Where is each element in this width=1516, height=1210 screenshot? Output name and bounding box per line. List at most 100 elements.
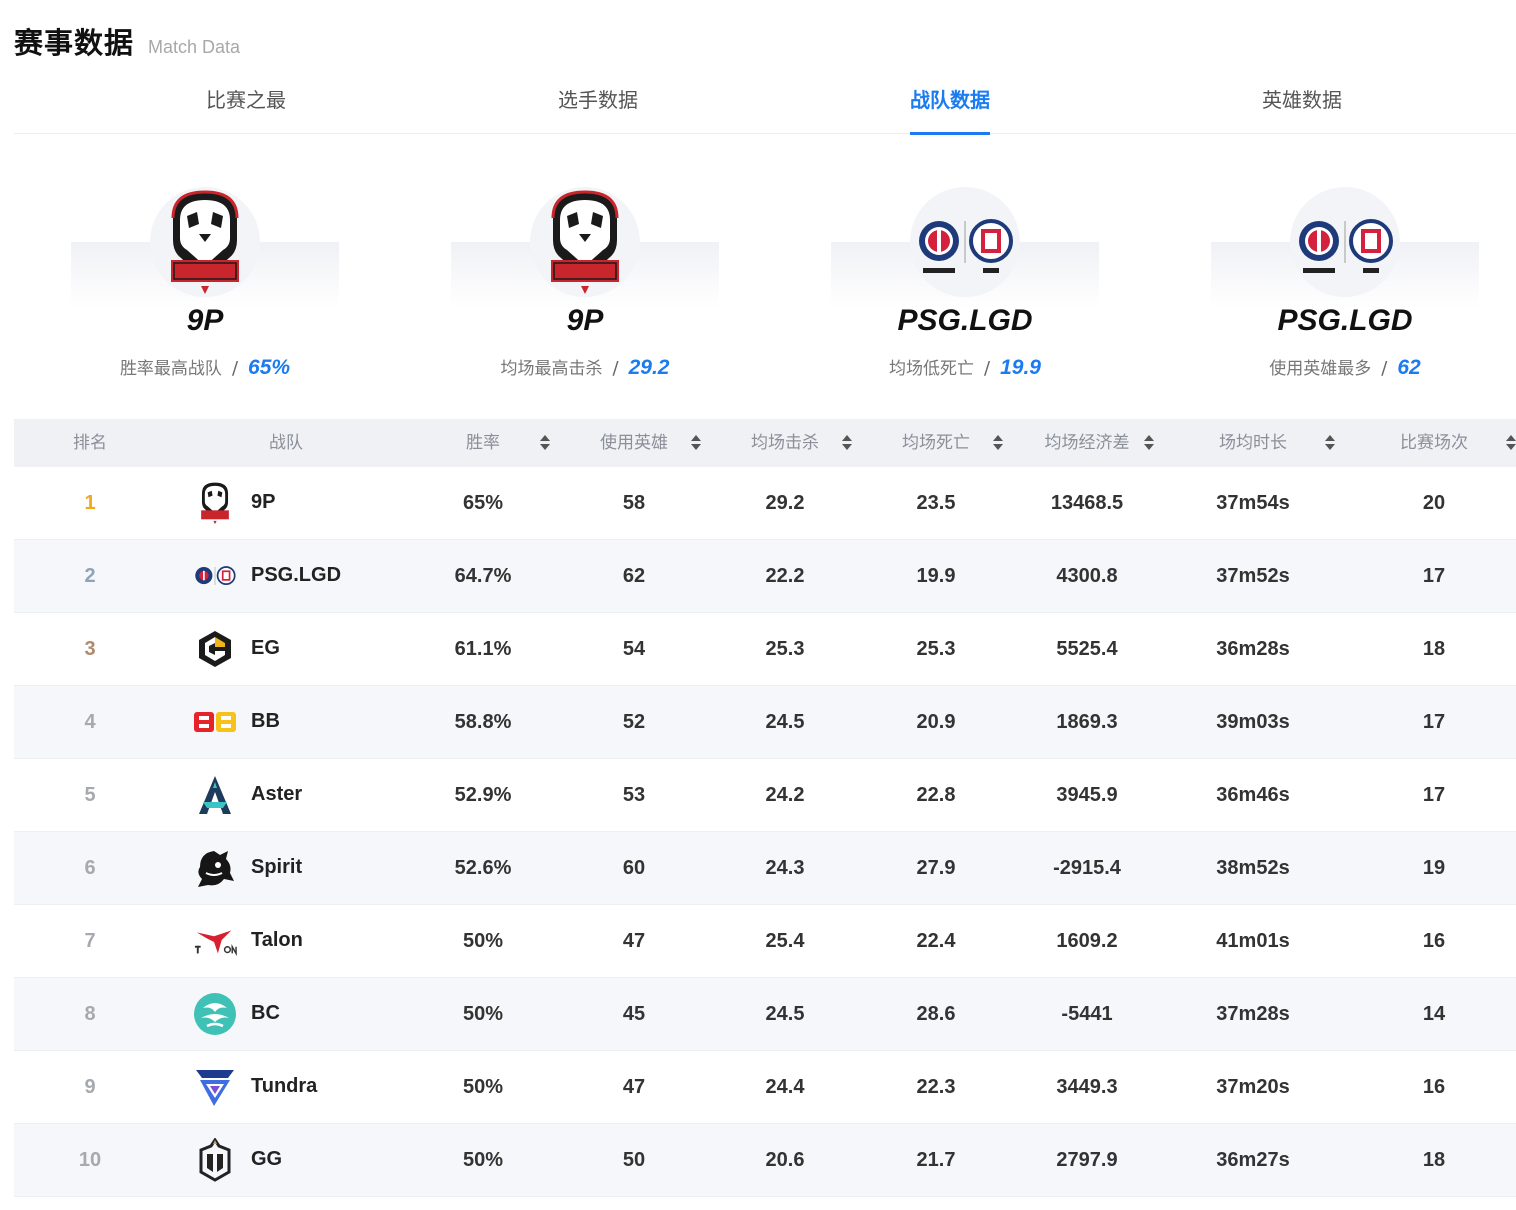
table-row[interactable]: 5 Aster 52.9% 53 24.2 22.8 3945.9 36m46s… (14, 759, 1516, 832)
gold-diff-cell: 13468.5 (1050, 492, 1124, 514)
highlight-team-name: PSG.LGD (897, 304, 1033, 337)
sort-deaths-icon[interactable] (993, 435, 1003, 451)
tab-match-best[interactable]: 比赛之最 (206, 72, 286, 134)
rank-cell: 2 (84, 565, 96, 587)
highlight-label: 使用英雄最多 (1269, 359, 1372, 379)
team-name[interactable]: Talon (251, 905, 303, 978)
sort-matches-icon[interactable] (1506, 435, 1516, 451)
team-name[interactable]: 9P (251, 467, 275, 540)
highlight-team-name: PSG.LGD (1277, 304, 1413, 337)
section-header: 赛事数据 Match Data (14, 20, 240, 62)
matches-cell: 18 (1422, 1149, 1446, 1171)
highlight-card-heroes[interactable]: PSG.LGD 使用英雄最多 / 62 (1211, 180, 1479, 390)
table-row[interactable]: 3 EG 61.1% 54 25.3 25.3 5525.4 36m28s 18 (14, 613, 1516, 686)
sort-heroes-icon[interactable] (691, 435, 701, 451)
highlight-card-winrate[interactable]: 9P 胜率最高战队 / 65% (71, 180, 339, 390)
rank-cell: 1 (84, 492, 96, 514)
gold-diff-cell: 2797.9 (1056, 1149, 1118, 1171)
gold-diff-cell: 1869.3 (1056, 711, 1118, 733)
rank-cell: 10 (78, 1149, 102, 1171)
winrate-cell: 52.9% (454, 784, 512, 806)
sort-duration-icon[interactable] (1325, 435, 1335, 451)
duration-cell: 36m46s (1216, 784, 1290, 806)
table-row[interactable]: 9 Tundra 50% 47 24.4 22.3 3449.3 37m20s … (14, 1051, 1516, 1124)
gold-diff-cell: 3945.9 (1056, 784, 1118, 806)
heroes-cell: 62 (622, 565, 646, 587)
team-name[interactable]: BC (251, 978, 280, 1051)
heroes-cell: 54 (622, 638, 646, 660)
table-row[interactable]: 1 9P 65% 58 29.2 23.5 13468.5 37m54s 20 (14, 467, 1516, 540)
gold-diff-cell: 3449.3 (1056, 1076, 1118, 1098)
table-row[interactable]: 10 GG 50% 50 20.6 21.7 2797.9 36m27s 18 (14, 1124, 1516, 1197)
nine-pandas-logo (155, 186, 255, 298)
duration-cell: 41m01s (1216, 930, 1290, 952)
column-header-winrate: 胜率 (466, 433, 500, 453)
highlight-stat: 使用英雄最多 / 62 (1211, 354, 1479, 380)
team-name[interactable]: Spirit (251, 832, 302, 905)
stat-separator: / (1381, 358, 1388, 379)
psg-lgd-logo (1295, 186, 1395, 298)
highlight-card-kills[interactable]: 9P 均场最高击杀 / 29.2 (451, 180, 719, 390)
duration-cell: 37m54s (1216, 492, 1290, 514)
column-header-deaths: 均场死亡 (902, 433, 970, 453)
heroes-cell: 60 (622, 857, 646, 879)
winrate-cell: 52.6% (454, 857, 512, 879)
highlight-label: 胜率最高战队 (119, 359, 222, 379)
rank-cell: 6 (84, 857, 96, 879)
highlight-card-deaths[interactable]: PSG.LGD 均场低死亡 / 19.9 (831, 180, 1099, 390)
sort-winrate-icon[interactable] (540, 435, 550, 451)
bb-logo (193, 700, 237, 744)
table-row[interactable]: 6 Spirit 52.6% 60 24.3 27.9 -2915.4 38m5… (14, 832, 1516, 905)
kills-cell: 24.2 (765, 784, 805, 806)
table-row[interactable]: 4 BB 58.8% 52 24.5 20.9 1869.3 39m03s 17 (14, 686, 1516, 759)
duration-cell: 38m52s (1216, 857, 1290, 879)
deaths-cell: 22.4 (916, 930, 956, 952)
team-name[interactable]: GG (251, 1124, 282, 1197)
tab-hero-data[interactable]: 英雄数据 (1262, 72, 1342, 134)
rank-cell: 7 (84, 930, 96, 952)
deaths-cell: 23.5 (916, 492, 956, 514)
matches-cell: 17 (1422, 711, 1446, 733)
column-header-heroes: 使用英雄 (600, 433, 668, 453)
highlight-stat: 均场最高击杀 / 29.2 (451, 354, 719, 380)
rank-cell: 9 (84, 1076, 96, 1098)
matches-cell: 17 (1422, 784, 1446, 806)
table-row[interactable]: 2 PSG.LGD 64.7% 62 22.2 19.9 4300.8 37m5… (14, 540, 1516, 613)
highlight-value: 62 (1397, 356, 1421, 379)
winrate-cell: 50% (462, 1149, 504, 1171)
kills-cell: 24.4 (765, 1076, 805, 1098)
duration-cell: 36m27s (1216, 1149, 1290, 1171)
rank-cell: 5 (84, 784, 96, 806)
deaths-cell: 22.3 (916, 1076, 956, 1098)
sort-gold-diff-icon[interactable] (1144, 435, 1154, 451)
rank-cell: 3 (84, 638, 96, 660)
tab-team-data[interactable]: 战队数据 (910, 72, 990, 135)
matches-cell: 17 (1422, 565, 1446, 587)
winrate-cell: 50% (462, 1076, 504, 1098)
heroes-cell: 50 (622, 1149, 646, 1171)
table-row[interactable]: 8 BC 50% 45 24.5 28.6 -5441 37m28s 14 (14, 978, 1516, 1051)
team-stats-table: 排名 战队 胜率 使用英雄 均场击杀 均场死亡 均场经济差 场均时长 比赛场次 … (14, 419, 1516, 1197)
kills-cell: 22.2 (765, 565, 805, 587)
psg-lgd-logo (193, 554, 237, 598)
table-row[interactable]: 7 Talon 50% 47 25.4 22.4 1609.2 41m01s 1… (14, 905, 1516, 978)
kills-cell: 24.5 (765, 1003, 805, 1025)
winrate-cell: 50% (462, 1003, 504, 1025)
kills-cell: 25.4 (765, 930, 805, 952)
team-name[interactable]: BB (251, 686, 280, 759)
team-name[interactable]: Tundra (251, 1051, 317, 1124)
column-header-rank: 排名 (73, 433, 107, 453)
team-name[interactable]: PSG.LGD (251, 540, 341, 613)
heroes-cell: 53 (622, 784, 646, 806)
highlight-value: 65% (248, 356, 291, 379)
heroes-cell: 45 (622, 1003, 646, 1025)
matches-cell: 19 (1422, 857, 1446, 879)
spirit-logo (193, 846, 237, 890)
team-name[interactable]: Aster (251, 759, 302, 832)
team-name[interactable]: EG (251, 613, 280, 686)
tab-player-data[interactable]: 选手数据 (558, 72, 638, 134)
heroes-cell: 52 (622, 711, 646, 733)
section-subtitle: Match Data (148, 37, 241, 57)
sort-kills-icon[interactable] (842, 435, 852, 451)
gold-diff-cell: -5441 (1061, 1003, 1113, 1025)
